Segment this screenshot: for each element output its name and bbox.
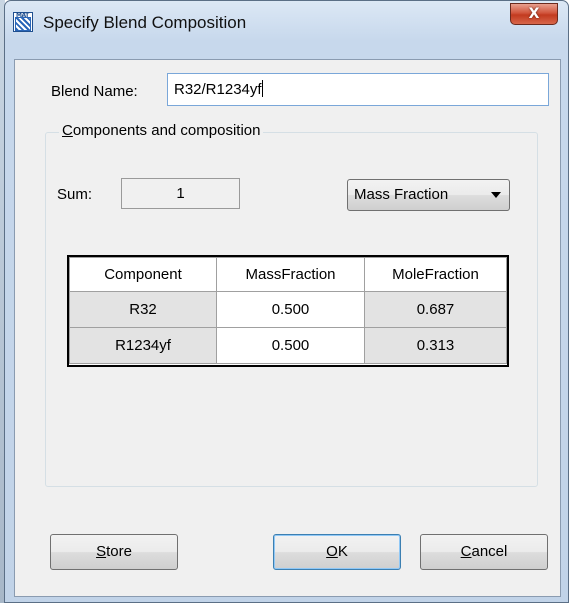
close-icon: X bbox=[528, 6, 540, 22]
blend-name-value: R32/R1234yf bbox=[174, 81, 262, 98]
text-caret bbox=[261, 80, 263, 97]
sum-value: 1 bbox=[121, 178, 240, 209]
composition-table: Component MassFraction MoleFraction R32 … bbox=[67, 255, 509, 367]
group-title: Components and composition bbox=[59, 122, 264, 139]
table-row: R1234yf 0.500 0.313 bbox=[69, 327, 507, 364]
column-header-component: Component bbox=[69, 257, 217, 292]
mole-fraction-cell: 0.313 bbox=[364, 327, 507, 364]
column-header-mole-fraction: MoleFraction bbox=[364, 257, 507, 292]
table-row: R32 0.500 0.687 bbox=[69, 291, 507, 328]
app-icon-tag: MAT bbox=[16, 12, 29, 19]
blend-name-label: Blend Name: bbox=[51, 83, 138, 100]
store-button[interactable]: Store bbox=[50, 534, 178, 570]
fraction-mode-selected: Mass Fraction bbox=[354, 186, 449, 203]
dialog-client-area: Blend Name: R32/R1234yf Components and c… bbox=[14, 59, 561, 597]
close-button[interactable]: X bbox=[510, 3, 558, 25]
component-cell: R32 bbox=[69, 291, 217, 328]
ok-button[interactable]: OK bbox=[273, 534, 401, 570]
sum-label: Sum: bbox=[57, 186, 93, 203]
title-bar[interactable]: MAT Specify Blend Composition X bbox=[5, 1, 568, 41]
blend-name-input[interactable]: R32/R1234yf bbox=[167, 73, 549, 106]
fraction-mode-dropdown[interactable]: Mass Fraction bbox=[347, 179, 510, 211]
chevron-down-icon bbox=[491, 192, 501, 198]
window-title: Specify Blend Composition bbox=[43, 13, 247, 32]
mass-fraction-cell[interactable]: 0.500 bbox=[216, 327, 365, 364]
blend-dialog: MAT Specify Blend Composition X Blend Na… bbox=[4, 0, 569, 603]
column-header-mass-fraction: MassFraction bbox=[216, 257, 365, 292]
cancel-button[interactable]: Cancel bbox=[420, 534, 548, 570]
app-icon: MAT bbox=[13, 12, 33, 32]
component-cell: R1234yf bbox=[69, 327, 217, 364]
table-header-row: Component MassFraction MoleFraction bbox=[69, 257, 507, 292]
mass-fraction-cell[interactable]: 0.500 bbox=[216, 291, 365, 328]
mole-fraction-cell: 0.687 bbox=[364, 291, 507, 328]
